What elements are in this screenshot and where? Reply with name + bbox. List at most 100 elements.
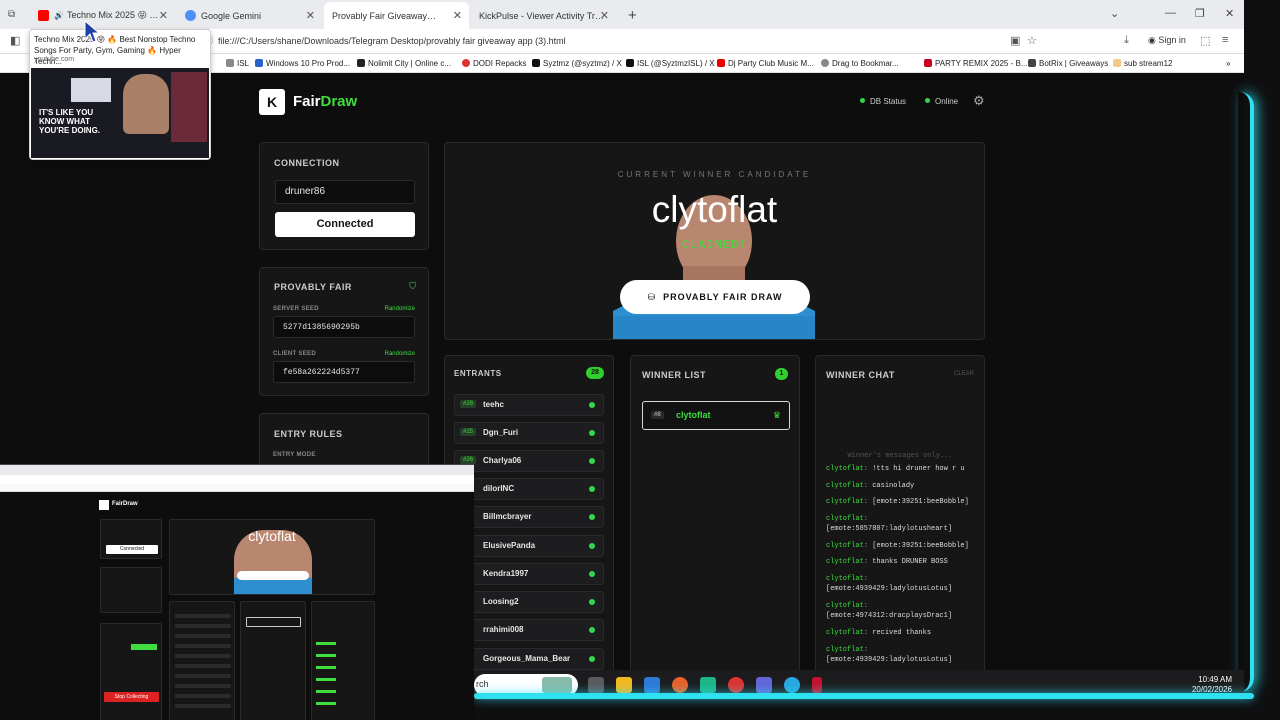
gear-icon[interactable]: ⚙ <box>973 93 985 109</box>
provably-fair-panel: PROVABLY FAIR ⛉ SERVER SEED Randomize 52… <box>259 267 429 396</box>
minimize-icon[interactable]: — <box>1165 7 1176 19</box>
client-seed-label: CLIENT SEED <box>273 351 316 357</box>
close-icon[interactable]: ✕ <box>600 9 609 22</box>
connected-button[interactable]: Connected <box>275 212 415 237</box>
entrants-header: ENTRANTS <box>454 369 502 378</box>
bookmark-item[interactable]: sub stream12 <box>1113 59 1172 68</box>
bookmark-item[interactable]: ISL <box>226 59 249 68</box>
task-view-icon[interactable] <box>588 677 604 693</box>
mini-candidate-name: clytoflat <box>248 528 296 544</box>
bookmark-item[interactable]: Syztmz (@syztmz) / X <box>532 59 622 68</box>
new-tab-icon[interactable]: + <box>628 7 637 24</box>
file-explorer-icon[interactable] <box>616 677 632 693</box>
tab-kickpulse[interactable]: KickPulse - Viewer Activity Tracker ✕ <box>471 2 616 29</box>
randomize-client-link[interactable]: Randomize <box>385 351 415 357</box>
close-icon[interactable]: ✕ <box>159 9 168 22</box>
entrant-row[interactable]: Gorgeous_Mama_Bear <box>454 648 604 670</box>
app-icon[interactable] <box>700 677 716 693</box>
bookmark-label: ISL <box>237 59 250 68</box>
entrant-row[interactable]: #25 Dgn_Furi <box>454 422 604 444</box>
winner-count-badge: 1 <box>775 368 788 380</box>
discord-icon[interactable] <box>756 677 772 693</box>
online-dot <box>589 514 595 520</box>
bookmark-item[interactable]: Drag to Bookmar... <box>821 59 899 68</box>
chat-user: clytoflat: <box>826 542 869 550</box>
online-label: Online <box>935 97 959 106</box>
chat-text: thanks DRUNER BOSS <box>872 558 948 566</box>
bookmark-item[interactable]: BotRix | Giveaways <box>1028 59 1108 68</box>
entrant-row[interactable]: Kendra1997 <box>454 563 604 585</box>
chat-message: clytoflat: casinolady <box>826 481 986 491</box>
entrant-name: Dgn_Furi <box>483 428 519 437</box>
clear-chat-button[interactable]: CLEAR <box>954 371 974 377</box>
client-seed-input[interactable]: fe58a262224d5377 <box>273 361 415 383</box>
menu-icon[interactable]: ≡ <box>1222 34 1228 46</box>
firefox-icon[interactable] <box>672 677 688 693</box>
bookmark-label: Dj Party Club Music M... <box>728 59 814 68</box>
mouse-cursor-icon <box>84 20 100 43</box>
window-close-icon[interactable]: ✕ <box>1225 7 1234 20</box>
tab-actions-icon[interactable]: ⧉ <box>8 9 15 20</box>
tab-provably-fair[interactable]: Provably Fair Giveaway Bot ✕ <box>324 2 469 29</box>
bookmarks-overflow-icon[interactable]: » <box>1226 59 1230 68</box>
bookmark-item[interactable]: PARTY REMIX 2025 - B... <box>924 59 1027 68</box>
close-icon[interactable]: ✕ <box>453 9 462 22</box>
bookmark-label: DODI Repacks <box>473 59 527 68</box>
winner-row[interactable]: #8 clytoflat ♛ <box>642 401 790 430</box>
chat-user: clytoflat: <box>826 558 869 566</box>
bookmark-item[interactable]: Windows 10 Pro Prod... <box>255 59 350 68</box>
download-icon[interactable]: ⤓ <box>1124 34 1129 47</box>
tab-title: Techno Mix 2025 😝 🔥 Be <box>66 10 167 20</box>
bookmark-item[interactable]: Nolimit City | Online c... <box>357 59 451 68</box>
online-dot <box>589 627 595 633</box>
bookmark-item[interactable]: DODI Repacks <box>462 59 526 68</box>
screenshot-thumbnail[interactable]: FairDraw Connected Stop Collecting clyto… <box>0 464 474 720</box>
chat-message: clytoflat: !tts hi druner how r u <box>826 464 986 474</box>
entrant-row[interactable]: #28 teehc <box>454 394 604 416</box>
bookmark-star-icon[interactable]: ☆ <box>1027 34 1037 47</box>
entrant-name: teehc <box>483 400 504 409</box>
bookmark-item[interactable]: ISL (@SyztmzISL) / X <box>626 59 715 68</box>
randomize-server-link[interactable]: Randomize <box>385 306 415 312</box>
tab-google-gemini[interactable]: Google Gemini ✕ <box>177 2 322 29</box>
entrant-row[interactable]: Billmcbrayer <box>454 506 604 528</box>
bookmark-label: sub stream12 <box>1124 59 1173 68</box>
sidebar-icon[interactable]: ◧ <box>10 34 20 47</box>
app-icon[interactable] <box>728 677 744 693</box>
candidate-label: CURRENT WINNER CANDIDATE <box>617 170 812 179</box>
chat-user: clytoflat: <box>826 482 869 490</box>
provably-fair-draw-button[interactable]: ⛁ PROVABLY FAIR DRAW <box>620 280 810 314</box>
sign-in-button[interactable]: ◉ Sign in <box>1148 35 1186 46</box>
audio-icon[interactable]: 🔊 <box>54 11 64 20</box>
entrant-row[interactable]: rrahimi008 <box>454 619 604 641</box>
entrant-name: Charlya06 <box>483 456 522 465</box>
reader-icon[interactable]: ▣ <box>1010 34 1020 47</box>
online-status: Online <box>925 97 958 106</box>
youtube-icon <box>38 10 49 21</box>
neon-frame-bottom <box>474 693 1254 699</box>
crown-icon: ♛ <box>772 410 781 420</box>
chat-user: clytoflat: <box>826 602 869 610</box>
extensions-icon[interactable]: ⬚ <box>1200 34 1210 47</box>
url-field[interactable]: file:///C:/Users/shane/Downloads/Telegra… <box>218 36 566 46</box>
entrant-name: rrahimi008 <box>483 625 524 634</box>
tab-list-icon[interactable]: ⌄ <box>1110 7 1119 20</box>
taskbar-clock[interactable]: 10:49 AM 20/02/2026 <box>1192 675 1232 695</box>
entrant-row[interactable]: #26 Charlya06 <box>454 450 604 472</box>
outlook-icon[interactable] <box>644 677 660 693</box>
telegram-icon[interactable] <box>784 677 800 693</box>
bookmark-item[interactable]: Dj Party Club Music M... <box>717 59 814 68</box>
winner-chat-header: WINNER CHAT <box>826 370 895 380</box>
online-dot <box>589 571 595 577</box>
server-seed-input[interactable]: 5277d1385690295b <box>273 316 415 338</box>
username-input[interactable]: druner86 <box>275 180 415 204</box>
close-icon[interactable]: ✕ <box>306 9 315 22</box>
mini-connection-panel: Connected <box>100 519 162 559</box>
entrant-row[interactable]: dilorINC <box>454 478 604 500</box>
brand-part-a: Fair <box>293 93 321 110</box>
entrant-row[interactable]: Loosing2 <box>454 591 604 613</box>
maximize-icon[interactable]: ❐ <box>1195 7 1205 20</box>
entrant-row[interactable]: ElusivePanda <box>454 535 604 557</box>
tab-techno-mix[interactable]: 🔊 Techno Mix 2025 😝 🔥 Be ✕ <box>30 2 175 29</box>
app-icon[interactable] <box>812 677 822 693</box>
